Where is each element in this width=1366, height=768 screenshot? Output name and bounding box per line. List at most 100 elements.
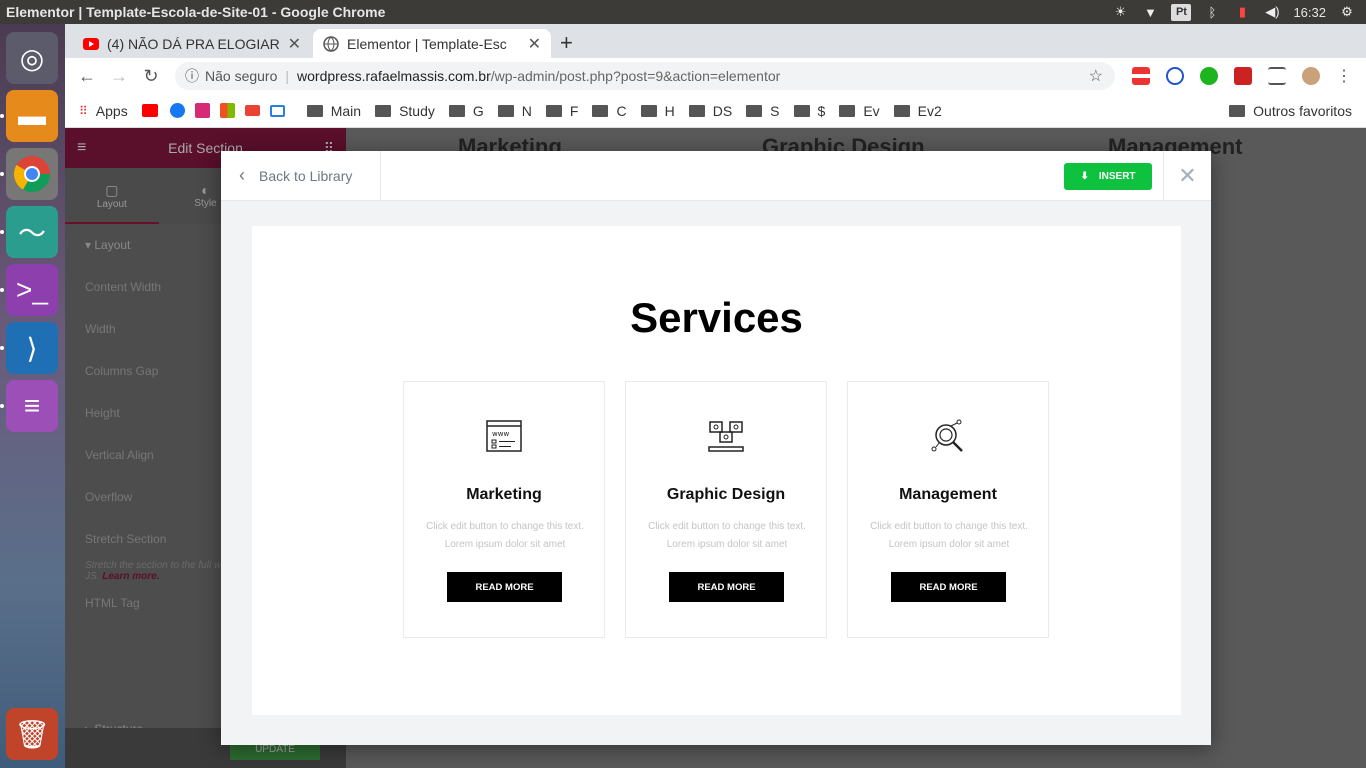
magnifier-gear-icon xyxy=(931,419,963,452)
running-indicator xyxy=(0,114,4,118)
running-indicator xyxy=(0,346,4,350)
folder-icon xyxy=(592,104,609,117)
battery-icon[interactable]: ▮ xyxy=(1233,4,1251,19)
bookmark-apps[interactable]: ⠿ Apps xyxy=(79,103,128,119)
chevron-left-icon: ‹ xyxy=(239,165,245,185)
bookmark-folder-main[interactable]: Main xyxy=(306,103,361,119)
facebook-icon[interactable] xyxy=(169,103,193,118)
modal-header: ‹ Back to Library ⬇ INSERT ✕ xyxy=(221,150,1211,201)
volume-icon[interactable]: ◀) xyxy=(1263,4,1281,19)
bookmark-folder-ev2[interactable]: Ev2 xyxy=(893,103,942,119)
back-arrow-icon[interactable]: ← xyxy=(71,66,103,87)
service-card: www Marketing Click edit button to chang… xyxy=(403,381,605,638)
tab-elementor[interactable]: Elementor | Template-Esc ✕ xyxy=(313,29,551,58)
service-card: Graphic Design Click edit button to chan… xyxy=(625,381,827,638)
tab-youtube[interactable]: (4) NÃO DÁ PRA ELOGIAR ✕ xyxy=(73,29,311,58)
clock[interactable]: 16:32 xyxy=(1293,5,1326,20)
folder-icon xyxy=(497,104,514,117)
tv-icon[interactable] xyxy=(269,104,293,117)
bookmark-folder-f[interactable]: F xyxy=(545,103,578,119)
learn-more-link[interactable]: Learn more. xyxy=(102,571,159,582)
close-icon[interactable]: ✕ xyxy=(1163,151,1211,201)
tab-strip: (4) NÃO DÁ PRA ELOGIAR ✕ Elementor | Tem… xyxy=(65,24,1366,58)
media-queue-icon[interactable] xyxy=(1268,67,1286,85)
reload-icon[interactable]: ↻ xyxy=(135,66,167,87)
template-library-modal: ‹ Back to Library ⬇ INSERT ✕ Services ww… xyxy=(221,150,1211,745)
running-indicator xyxy=(0,288,4,292)
card-title: Management xyxy=(899,486,997,503)
folder-icon xyxy=(306,104,323,117)
files-icon[interactable]: ▬ xyxy=(6,90,58,142)
ubuntu-launcher: ◎ ▬ 〜 >_ ⟩ ≡ 🗑 xyxy=(0,24,65,768)
download-icon: ⬇ xyxy=(1080,171,1089,182)
os-top-bar: Elementor | Template-Escola-de-Site-01 -… xyxy=(0,0,1366,24)
bookmark-folder-c[interactable]: C xyxy=(592,103,627,119)
bookmark-folder-ev[interactable]: Ev xyxy=(839,103,880,119)
trash-icon[interactable]: 🗑 xyxy=(6,708,58,760)
bookmark-folder-s[interactable]: S xyxy=(746,103,780,119)
bookmark-folder-ds[interactable]: DS xyxy=(688,103,732,119)
card-description: Click edit button to change this text. L… xyxy=(648,521,806,550)
youtube-icon xyxy=(83,36,99,52)
services-heading: Services xyxy=(630,294,803,341)
service-card: Management Click edit button to change t… xyxy=(847,381,1049,638)
tab-close-icon[interactable]: ✕ xyxy=(528,34,541,54)
folder-icon xyxy=(893,104,910,117)
insert-button[interactable]: ⬇ INSERT xyxy=(1064,163,1152,190)
block-icon[interactable] xyxy=(1166,67,1184,85)
bookmark-folder-dollar[interactable]: $ xyxy=(793,103,825,119)
folder-icon xyxy=(688,104,705,117)
folder-icon xyxy=(545,104,562,117)
www-browser-icon: www xyxy=(486,420,522,452)
menu-kebab-icon[interactable]: ⋮ xyxy=(1336,66,1352,86)
running-indicator xyxy=(0,404,4,408)
tab-layout[interactable]: ▢ Layout xyxy=(65,168,159,224)
bookmark-folder-h[interactable]: H xyxy=(640,103,675,119)
toolbar: ← → ↻ ⓘ Não seguro | wordpress.rafaelmas… xyxy=(65,58,1366,94)
extensions: ⋮ xyxy=(1132,66,1352,86)
new-tab-button[interactable]: + xyxy=(560,30,573,56)
folder-icon xyxy=(839,104,856,117)
back-to-library-button[interactable]: ‹ Back to Library xyxy=(221,150,381,201)
power-extension-icon[interactable] xyxy=(1200,67,1218,85)
folder-icon xyxy=(640,104,657,117)
ubuntu-dash-icon[interactable]: ◎ xyxy=(6,32,58,84)
layout-icon: ▢ xyxy=(105,182,119,198)
card-title: Graphic Design xyxy=(666,486,786,503)
gmail-icon[interactable] xyxy=(244,105,268,116)
terminal-icon[interactable]: >_ xyxy=(6,264,58,316)
address-bar[interactable]: ⓘ Não seguro | wordpress.rafaelmassis.co… xyxy=(175,62,1115,90)
hamburger-icon[interactable]: ≡ xyxy=(77,139,86,157)
vscode-icon[interactable]: ⟩ xyxy=(6,322,58,374)
read-more-button[interactable]: READ MORE xyxy=(669,572,784,602)
info-icon[interactable]: ⓘ xyxy=(185,66,199,86)
tab-close-icon[interactable]: ✕ xyxy=(288,34,301,54)
youtube-icon[interactable] xyxy=(141,104,166,117)
apps-grid-icon: ⠿ xyxy=(79,103,88,118)
globe-icon xyxy=(323,35,339,52)
read-more-button[interactable]: READ MORE xyxy=(891,572,1006,602)
card-description: Click edit button to change this text. L… xyxy=(426,521,584,550)
bookmark-star-icon[interactable]: ☆ xyxy=(1089,66,1103,86)
instagram-icon[interactable] xyxy=(194,103,218,118)
text-editor-icon[interactable]: ≡ xyxy=(6,380,58,432)
bookmark-folder-n[interactable]: N xyxy=(497,103,532,119)
keyboard-layout-indicator[interactable]: Pt xyxy=(1171,3,1192,21)
extension-icon[interactable] xyxy=(1132,67,1150,85)
avatar[interactable] xyxy=(1302,67,1320,85)
power-gear-icon[interactable]: ⚙ xyxy=(1338,4,1356,19)
brightness-icon[interactable]: ☀ xyxy=(1111,4,1129,19)
read-more-button[interactable]: READ MORE xyxy=(447,572,562,602)
wifi-icon[interactable]: ▼ xyxy=(1141,5,1159,20)
forward-arrow-icon[interactable]: → xyxy=(103,66,135,87)
window-title: Elementor | Template-Escola-de-Site-01 -… xyxy=(6,4,386,20)
bookmark-folder-g[interactable]: G xyxy=(448,103,484,119)
other-bookmarks[interactable]: Outros favoritos xyxy=(1229,103,1352,119)
microsoft-icon[interactable] xyxy=(219,103,243,118)
running-indicator xyxy=(0,230,4,234)
system-monitor-icon[interactable]: 〜 xyxy=(6,206,58,258)
shield-icon[interactable] xyxy=(1234,67,1252,85)
chrome-icon[interactable] xyxy=(6,148,58,200)
bookmark-folder-study[interactable]: Study xyxy=(375,103,435,119)
bluetooth-icon[interactable]: ᛒ xyxy=(1203,5,1221,20)
